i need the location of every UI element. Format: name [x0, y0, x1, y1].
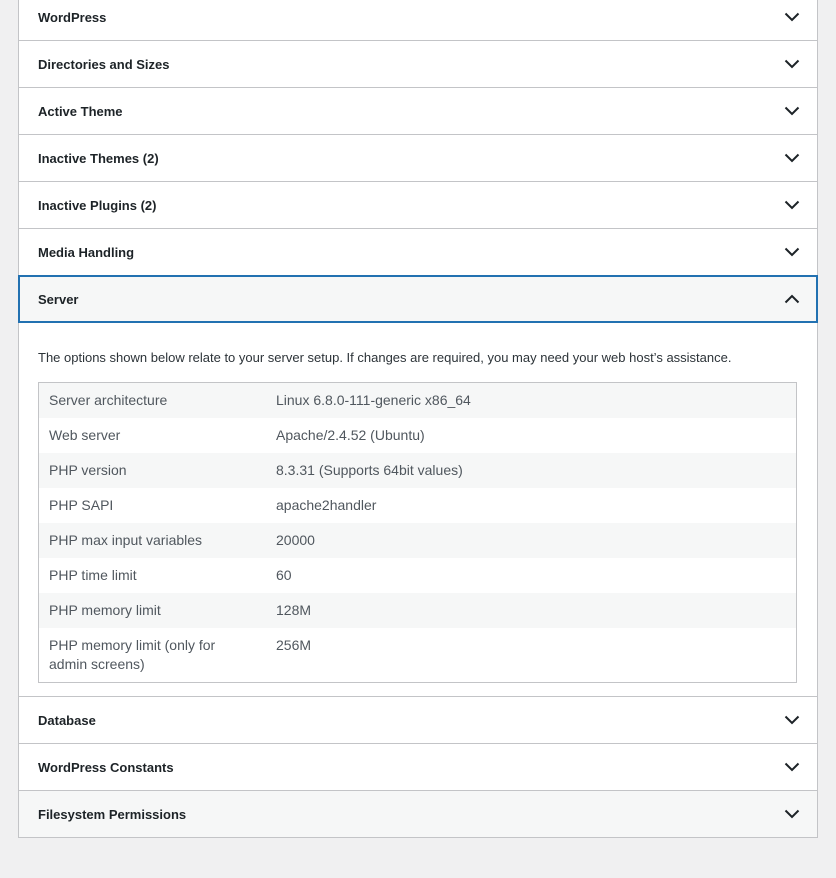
section-server: Server The options shown below relate to… — [18, 275, 818, 697]
section-filesystem-permissions: Filesystem Permissions — [19, 791, 817, 837]
row-label: PHP version — [38, 453, 266, 488]
row-value: 256M — [266, 628, 797, 683]
chevron-down-icon — [783, 149, 801, 167]
section-wordpress-constants: WordPress Constants — [19, 744, 817, 791]
chevron-up-icon — [783, 290, 801, 308]
section-title: Filesystem Permissions — [38, 806, 187, 822]
table-row: PHP version 8.3.31 (Supports 64bit value… — [38, 453, 797, 488]
section-inactive-plugins-toggle[interactable]: Inactive Plugins (2) — [19, 182, 817, 228]
chevron-down-icon — [783, 758, 801, 776]
section-title: Directories and Sizes — [38, 56, 170, 72]
section-wordpress-constants-toggle[interactable]: WordPress Constants — [19, 744, 817, 790]
row-label: PHP SAPI — [38, 488, 266, 523]
row-value: Apache/2.4.52 (Ubuntu) — [266, 418, 797, 453]
row-value: 8.3.31 (Supports 64bit values) — [266, 453, 797, 488]
chevron-down-icon — [783, 8, 801, 26]
row-label: PHP memory limit (only for admin screens… — [38, 628, 266, 683]
chevron-down-icon — [783, 196, 801, 214]
server-panel: The options shown below relate to your s… — [19, 323, 817, 696]
server-info-table: Server architecture Linux 6.8.0-111-gene… — [38, 382, 797, 683]
section-title: Server — [38, 291, 79, 307]
section-database: Database — [19, 697, 817, 744]
section-active-theme: Active Theme — [19, 88, 817, 135]
chevron-down-icon — [783, 805, 801, 823]
table-row: Web server Apache/2.4.52 (Ubuntu) — [38, 418, 797, 453]
section-wordpress-toggle[interactable]: WordPress — [19, 0, 817, 40]
row-label: PHP max input variables — [38, 523, 266, 558]
section-wordpress: WordPress — [19, 0, 817, 41]
section-title: Database — [38, 712, 96, 728]
section-database-toggle[interactable]: Database — [19, 697, 817, 743]
table-row: PHP max input variables 20000 — [38, 523, 797, 558]
row-value: apache2handler — [266, 488, 797, 523]
row-value: 128M — [266, 593, 797, 628]
section-server-toggle[interactable]: Server — [18, 275, 818, 323]
table-row: PHP memory limit 128M — [38, 593, 797, 628]
server-description: The options shown below relate to your s… — [38, 350, 732, 365]
row-label: PHP memory limit — [38, 593, 266, 628]
section-inactive-themes-toggle[interactable]: Inactive Themes (2) — [19, 135, 817, 181]
section-inactive-themes: Inactive Themes (2) — [19, 135, 817, 182]
section-title: Active Theme — [38, 103, 123, 119]
table-row: PHP memory limit (only for admin screens… — [38, 628, 797, 683]
row-label: Server architecture — [38, 382, 266, 418]
row-label: Web server — [38, 418, 266, 453]
row-value: Linux 6.8.0-111-generic x86_64 — [266, 382, 797, 418]
section-active-theme-toggle[interactable]: Active Theme — [19, 88, 817, 134]
section-inactive-plugins: Inactive Plugins (2) — [19, 182, 817, 229]
chevron-down-icon — [783, 102, 801, 120]
table-row: PHP SAPI apache2handler — [38, 488, 797, 523]
row-value: 60 — [266, 558, 797, 593]
chevron-down-icon — [783, 55, 801, 73]
chevron-down-icon — [783, 243, 801, 261]
row-value: 20000 — [266, 523, 797, 558]
section-media-handling: Media Handling — [19, 229, 817, 276]
section-title: WordPress Constants — [38, 759, 174, 775]
table-row: PHP time limit 60 — [38, 558, 797, 593]
section-title: WordPress — [38, 9, 107, 25]
row-label: PHP time limit — [38, 558, 266, 593]
section-title: Inactive Themes (2) — [38, 150, 159, 166]
chevron-down-icon — [783, 711, 801, 729]
section-directories-and-sizes: Directories and Sizes — [19, 41, 817, 88]
section-title: Media Handling — [38, 244, 135, 260]
section-title: Inactive Plugins (2) — [38, 197, 157, 213]
section-directories-and-sizes-toggle[interactable]: Directories and Sizes — [19, 41, 817, 87]
table-row: Server architecture Linux 6.8.0-111-gene… — [38, 382, 797, 418]
section-filesystem-permissions-toggle[interactable]: Filesystem Permissions — [19, 791, 817, 837]
site-health-info-accordion: WordPress Directories and Sizes Active T… — [18, 0, 818, 838]
section-media-handling-toggle[interactable]: Media Handling — [19, 229, 817, 275]
